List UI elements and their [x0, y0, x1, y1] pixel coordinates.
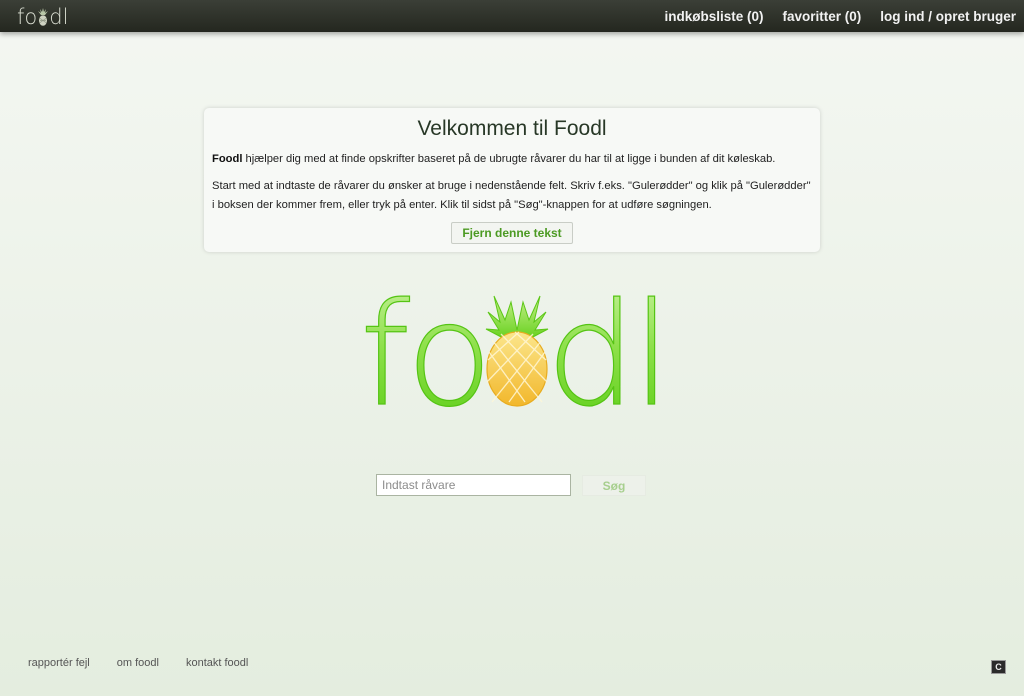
brand-text-left: fo: [17, 5, 38, 29]
welcome-intro-brand: Foodl: [212, 153, 243, 165]
footer-about[interactable]: om foodl: [117, 657, 159, 669]
nav-favorites[interactable]: favoritter (0): [782, 9, 861, 24]
logo-text-left: fo: [360, 282, 489, 410]
footer-links: rapportér fejl om foodl kontakt foodl: [28, 657, 275, 669]
brand-text-right: dl: [49, 5, 69, 29]
pineapple-icon: [485, 295, 549, 407]
nav-login[interactable]: log ind / opret bruger: [880, 9, 1016, 24]
header-nav: indkøbsliste (0) favoritter (0) log ind …: [645, 0, 1016, 32]
ingredient-search-input[interactable]: [376, 474, 571, 496]
logo-text-right: dl: [546, 282, 666, 410]
top-navigation-bar: fo dl indkøbsliste (0) favoritter (0) lo…: [0, 0, 1024, 32]
pineapple-icon: [38, 8, 49, 26]
footer-report-bug[interactable]: rapportér fejl: [28, 657, 90, 669]
nav-shopping-list[interactable]: indkøbsliste (0): [664, 9, 763, 24]
search-button[interactable]: Søg: [582, 475, 646, 496]
welcome-instructions: Start med at indtaste de råvarer du ønsk…: [212, 180, 811, 211]
dismiss-text-button[interactable]: Fjern denne tekst: [451, 222, 573, 244]
corner-badge[interactable]: C: [991, 660, 1006, 674]
welcome-intro: Foodl hjælper dig med at finde opskrifte…: [212, 150, 812, 169]
footer-contact[interactable]: kontakt foodl: [186, 657, 248, 669]
foodl-logo: fo dl: [360, 282, 666, 410]
welcome-box: Velkommen til Foodl Foodl hjælper dig me…: [204, 108, 820, 252]
welcome-intro-text: hjælper dig med at finde opskrifter base…: [242, 153, 776, 165]
welcome-title: Velkommen til Foodl: [417, 117, 607, 140]
brand-logo[interactable]: fo dl: [17, 3, 68, 29]
